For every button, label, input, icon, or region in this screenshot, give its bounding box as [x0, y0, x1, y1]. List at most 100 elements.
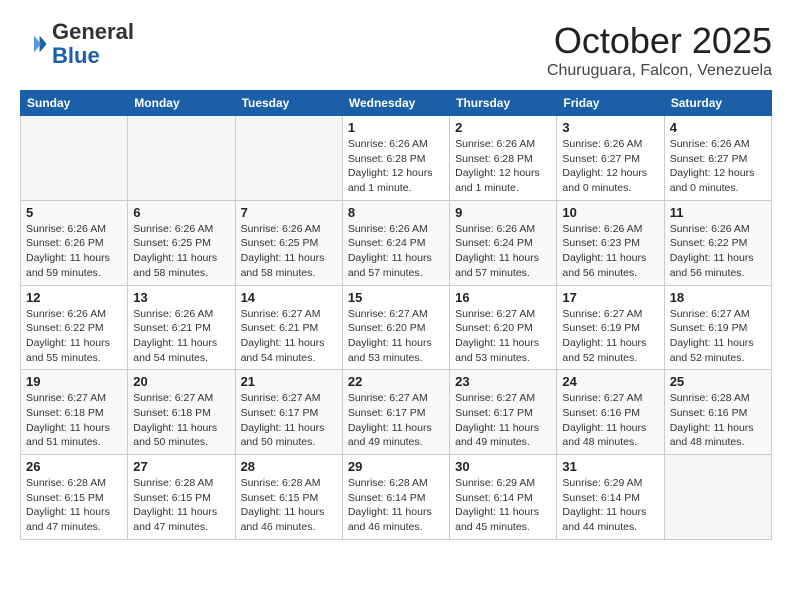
day-info: Sunrise: 6:26 AM Sunset: 6:27 PM Dayligh… — [670, 137, 766, 196]
day-info: Sunrise: 6:28 AM Sunset: 6:15 PM Dayligh… — [26, 476, 122, 535]
day-info: Sunrise: 6:27 AM Sunset: 6:17 PM Dayligh… — [241, 391, 337, 450]
calendar-week-1: 1 Sunrise: 6:26 AM Sunset: 6:28 PM Daylig… — [21, 116, 772, 201]
day-info: Sunrise: 6:27 AM Sunset: 6:17 PM Dayligh… — [455, 391, 551, 450]
calendar-cell: 8 Sunrise: 6:26 AM Sunset: 6:24 PM Daylig… — [342, 200, 449, 285]
day-number: 10 — [562, 205, 658, 220]
weekday-header-sunday: Sunday — [21, 91, 128, 116]
calendar-cell: 20Sunrise: 6:27 AM Sunset: 6:18 PM Dayli… — [128, 370, 235, 455]
calendar-cell: 25Sunrise: 6:28 AM Sunset: 6:16 PM Dayli… — [664, 370, 771, 455]
calendar-table: SundayMondayTuesdayWednesdayThursdayFrid… — [20, 90, 772, 540]
day-number: 16 — [455, 290, 551, 305]
day-number: 20 — [133, 374, 229, 389]
calendar-cell — [235, 116, 342, 201]
day-number: 9 — [455, 205, 551, 220]
day-number: 24 — [562, 374, 658, 389]
calendar-cell: 11 Sunrise: 6:26 AM Sunset: 6:22 PM Dayli… — [664, 200, 771, 285]
day-number: 11 — [670, 205, 766, 220]
weekday-header-saturday: Saturday — [664, 91, 771, 116]
calendar-cell: 12 Sunrise: 6:26 AM Sunset: 6:22 PM Dayli… — [21, 285, 128, 370]
calendar-cell: 22 Sunrise: 6:27 AM Sunset: 6:17 PM Dayli… — [342, 370, 449, 455]
page-header: General Blue October 2025 Churuguara, Fa… — [20, 20, 772, 80]
day-number: 1 — [348, 120, 444, 135]
calendar-cell: 23 Sunrise: 6:27 AM Sunset: 6:17 PM Dayli… — [450, 370, 557, 455]
logo: General Blue — [20, 20, 134, 68]
day-number: 2 — [455, 120, 551, 135]
logo-text: General Blue — [52, 20, 134, 68]
day-number: 17 — [562, 290, 658, 305]
day-number: 14 — [241, 290, 337, 305]
weekday-header-wednesday: Wednesday — [342, 91, 449, 116]
day-number: 19 — [26, 374, 122, 389]
day-number: 22 — [348, 374, 444, 389]
calendar-cell: 14 Sunrise: 6:27 AM Sunset: 6:21 PM Dayli… — [235, 285, 342, 370]
day-info: Sunrise: 6:26 AM Sunset: 6:24 PM Dayligh… — [348, 222, 444, 281]
weekday-header-monday: Monday — [128, 91, 235, 116]
day-info: Sunrise: 6:26 AM Sunset: 6:22 PM Dayligh… — [670, 222, 766, 281]
day-info: Sunrise: 6:27 AM Sunset: 6:18 PM Dayligh… — [26, 391, 122, 450]
day-number: 29 — [348, 459, 444, 474]
calendar-cell: 7 Sunrise: 6:26 AM Sunset: 6:25 PM Daylig… — [235, 200, 342, 285]
calendar-cell: 19 Sunrise: 6:27 AM Sunset: 6:18 PM Dayli… — [21, 370, 128, 455]
day-number: 26 — [26, 459, 122, 474]
day-info: Sunrise: 6:28 AM Sunset: 6:16 PM Dayligh… — [670, 391, 766, 450]
calendar-week-4: 19 Sunrise: 6:27 AM Sunset: 6:18 PM Dayli… — [21, 370, 772, 455]
day-info: Sunrise: 6:27 AM Sunset: 6:21 PM Dayligh… — [241, 307, 337, 366]
calendar-cell: 17 Sunrise: 6:27 AM Sunset: 6:19 PM Dayli… — [557, 285, 664, 370]
calendar-cell: 4 Sunrise: 6:26 AM Sunset: 6:27 PM Daylig… — [664, 116, 771, 201]
calendar-cell: 29 Sunrise: 6:28 AM Sunset: 6:14 PM Dayli… — [342, 455, 449, 540]
month-title: October 2025 — [547, 20, 772, 62]
day-info: Sunrise: 6:27 AM Sunset: 6:19 PM Dayligh… — [670, 307, 766, 366]
calendar-cell: 28Sunrise: 6:28 AM Sunset: 6:15 PM Dayli… — [235, 455, 342, 540]
calendar-cell: 10Sunrise: 6:26 AM Sunset: 6:23 PM Dayli… — [557, 200, 664, 285]
weekday-header-row: SundayMondayTuesdayWednesdayThursdayFrid… — [21, 91, 772, 116]
day-info: Sunrise: 6:26 AM Sunset: 6:28 PM Dayligh… — [348, 137, 444, 196]
day-number: 8 — [348, 205, 444, 220]
day-info: Sunrise: 6:27 AM Sunset: 6:16 PM Dayligh… — [562, 391, 658, 450]
day-number: 5 — [26, 205, 122, 220]
calendar-cell: 6 Sunrise: 6:26 AM Sunset: 6:25 PM Daylig… — [128, 200, 235, 285]
calendar-cell: 5 Sunrise: 6:26 AM Sunset: 6:26 PM Daylig… — [21, 200, 128, 285]
weekday-header-friday: Friday — [557, 91, 664, 116]
day-number: 7 — [241, 205, 337, 220]
day-number: 6 — [133, 205, 229, 220]
calendar-cell: 2Sunrise: 6:26 AM Sunset: 6:28 PM Daylig… — [450, 116, 557, 201]
day-info: Sunrise: 6:26 AM Sunset: 6:22 PM Dayligh… — [26, 307, 122, 366]
calendar-cell: 15Sunrise: 6:27 AM Sunset: 6:20 PM Dayli… — [342, 285, 449, 370]
calendar-cell: 30Sunrise: 6:29 AM Sunset: 6:14 PM Dayli… — [450, 455, 557, 540]
calendar-cell: 31 Sunrise: 6:29 AM Sunset: 6:14 PM Dayli… — [557, 455, 664, 540]
day-info: Sunrise: 6:27 AM Sunset: 6:17 PM Dayligh… — [348, 391, 444, 450]
calendar-cell: 16 Sunrise: 6:27 AM Sunset: 6:20 PM Dayli… — [450, 285, 557, 370]
day-info: Sunrise: 6:26 AM Sunset: 6:27 PM Dayligh… — [562, 137, 658, 196]
calendar-cell: 3 Sunrise: 6:26 AM Sunset: 6:27 PM Daylig… — [557, 116, 664, 201]
day-info: Sunrise: 6:29 AM Sunset: 6:14 PM Dayligh… — [562, 476, 658, 535]
day-info: Sunrise: 6:26 AM Sunset: 6:24 PM Dayligh… — [455, 222, 551, 281]
calendar-cell: 13Sunrise: 6:26 AM Sunset: 6:21 PM Dayli… — [128, 285, 235, 370]
day-number: 13 — [133, 290, 229, 305]
day-number: 12 — [26, 290, 122, 305]
calendar-week-5: 26 Sunrise: 6:28 AM Sunset: 6:15 PM Dayli… — [21, 455, 772, 540]
day-number: 30 — [455, 459, 551, 474]
day-info: Sunrise: 6:26 AM Sunset: 6:26 PM Dayligh… — [26, 222, 122, 281]
calendar-cell: 21 Sunrise: 6:27 AM Sunset: 6:17 PM Dayli… — [235, 370, 342, 455]
day-info: Sunrise: 6:26 AM Sunset: 6:25 PM Dayligh… — [241, 222, 337, 281]
calendar-cell: 1 Sunrise: 6:26 AM Sunset: 6:28 PM Daylig… — [342, 116, 449, 201]
day-info: Sunrise: 6:27 AM Sunset: 6:19 PM Dayligh… — [562, 307, 658, 366]
day-info: Sunrise: 6:27 AM Sunset: 6:20 PM Dayligh… — [455, 307, 551, 366]
calendar-week-2: 5 Sunrise: 6:26 AM Sunset: 6:26 PM Daylig… — [21, 200, 772, 285]
day-number: 21 — [241, 374, 337, 389]
day-number: 28 — [241, 459, 337, 474]
calendar-cell — [128, 116, 235, 201]
title-block: October 2025 Churuguara, Falcon, Venezue… — [547, 20, 772, 80]
calendar-cell: 27Sunrise: 6:28 AM Sunset: 6:15 PM Dayli… — [128, 455, 235, 540]
day-number: 23 — [455, 374, 551, 389]
day-number: 4 — [670, 120, 766, 135]
day-info: Sunrise: 6:26 AM Sunset: 6:25 PM Dayligh… — [133, 222, 229, 281]
day-info: Sunrise: 6:28 AM Sunset: 6:15 PM Dayligh… — [133, 476, 229, 535]
calendar-cell: 9 Sunrise: 6:26 AM Sunset: 6:24 PM Daylig… — [450, 200, 557, 285]
day-number: 15 — [348, 290, 444, 305]
day-info: Sunrise: 6:28 AM Sunset: 6:14 PM Dayligh… — [348, 476, 444, 535]
day-number: 3 — [562, 120, 658, 135]
day-number: 31 — [562, 459, 658, 474]
weekday-header-tuesday: Tuesday — [235, 91, 342, 116]
calendar-cell: 24 Sunrise: 6:27 AM Sunset: 6:16 PM Dayli… — [557, 370, 664, 455]
